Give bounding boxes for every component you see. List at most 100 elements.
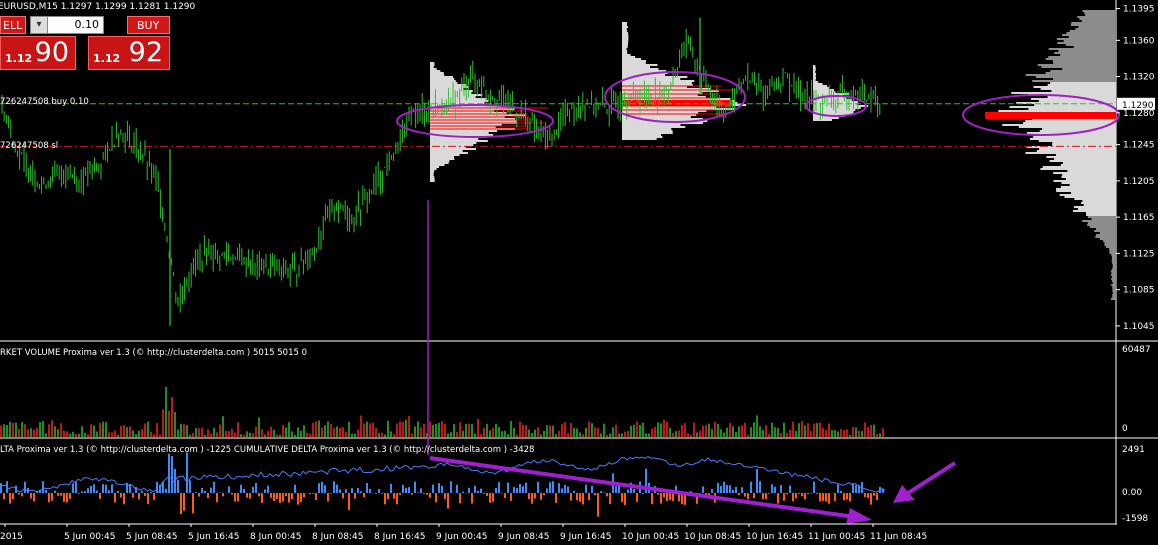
- composite-profile-bar: [1111, 272, 1116, 274]
- profile-bar: [622, 64, 658, 66]
- delta-bar: [210, 487, 212, 493]
- composite-profile-bar: [1041, 66, 1116, 68]
- composite-profile-bar: [1052, 142, 1116, 144]
- delta-bar: [402, 484, 404, 493]
- one-click-trade-panel: ELL ▾ 0.10 BUY 1.12 90 1.12 92: [0, 14, 170, 72]
- lot-decrease-icon[interactable]: ▾: [31, 17, 48, 33]
- delta-bar: [786, 493, 788, 495]
- sell-button[interactable]: ELL: [0, 16, 26, 34]
- profile-bar: [622, 56, 636, 58]
- volume-bar: [852, 426, 854, 437]
- volume-bar: [387, 420, 389, 437]
- composite-profile-bar: [1071, 192, 1116, 194]
- delta-bar: [90, 485, 92, 493]
- delta-bar: [183, 493, 185, 511]
- profile-bar: [622, 82, 692, 84]
- delta-bar: [849, 493, 851, 502]
- volume-bar: [12, 423, 14, 437]
- profile-bar: [430, 76, 454, 78]
- volume-bar: [744, 422, 746, 437]
- lot-value: 0.10: [74, 18, 100, 31]
- profile-bar: [430, 170, 435, 172]
- delta-bar: [117, 490, 119, 493]
- buy-price-small: 1.12: [93, 52, 121, 65]
- time-tick-label: 10 Jun 08:45: [684, 532, 741, 542]
- volume-bar: [882, 428, 884, 437]
- profile-bar: [813, 71, 816, 73]
- volume-bar: [186, 425, 188, 437]
- delta-bar: [738, 493, 740, 496]
- volume-bar: [255, 426, 257, 437]
- sell-price-small: 1.12: [5, 52, 33, 65]
- volume-bar: [24, 424, 26, 437]
- volume-bar: [279, 434, 281, 437]
- profile-bar: [430, 138, 479, 140]
- volume-bar: [711, 429, 713, 437]
- profile-bar: [430, 140, 488, 142]
- volume-bar: [375, 427, 377, 437]
- delta-bar: [603, 492, 605, 493]
- delta-bar: [495, 487, 497, 493]
- volume-bar: [189, 434, 191, 437]
- profile-bar: [622, 22, 628, 24]
- volume-bar: [201, 427, 203, 437]
- sell-price-box[interactable]: 1.12 90: [0, 36, 76, 70]
- delta-bar: [201, 487, 203, 493]
- delta-bar: [492, 493, 494, 502]
- composite-profile-bar: [1053, 172, 1116, 174]
- buy-price-box[interactable]: 1.12 92: [88, 36, 170, 70]
- volume-bar: [702, 425, 704, 437]
- composite-profile-bar: [1065, 178, 1116, 180]
- delta-bar: [282, 493, 284, 502]
- delta-bar: [552, 481, 554, 493]
- delta-bar: [723, 481, 725, 493]
- lot-size-input[interactable]: ▾ 0.10: [30, 16, 104, 34]
- price-tick-label: 1.1205: [1123, 177, 1155, 187]
- volume-bar: [729, 422, 731, 437]
- delta-bar: [531, 493, 533, 504]
- delta-bar: [369, 488, 371, 493]
- delta-bar: [384, 493, 386, 505]
- composite-profile-bar: [1032, 80, 1116, 82]
- profile-bar: [622, 132, 673, 134]
- delta-bar: [168, 453, 170, 493]
- delta-bar: [246, 493, 248, 498]
- volume-bar: [453, 423, 455, 437]
- delta-bar: [3, 493, 5, 500]
- composite-profile-bar: [1069, 30, 1116, 32]
- profile-bar: [430, 102, 485, 104]
- delta-bar: [828, 493, 830, 504]
- volume-bar: [594, 427, 596, 437]
- delta-bar: [657, 493, 659, 495]
- delta-bar: [411, 493, 413, 495]
- volume-bar: [840, 428, 842, 437]
- delta-bar: [219, 492, 221, 493]
- composite-profile-bar: [1081, 20, 1116, 22]
- composite-profile-bar: [1112, 280, 1116, 282]
- delta-bar: [426, 493, 428, 495]
- profile-bar: [813, 67, 816, 69]
- profile-bar: [430, 178, 435, 180]
- delta-bar: [435, 493, 437, 503]
- delta-bar: [444, 493, 446, 499]
- volume-bar: [771, 422, 773, 437]
- volume-bar: [381, 432, 383, 437]
- profile-bar: [430, 84, 467, 86]
- volume-bar: [504, 430, 506, 437]
- volume-bar: [0, 425, 2, 437]
- volume-bar: [768, 433, 770, 437]
- volume-bar: [60, 423, 62, 437]
- volume-bar: [168, 410, 170, 437]
- buy-button[interactable]: BUY: [127, 16, 170, 34]
- delta-bar: [597, 493, 599, 517]
- price-tick-label: 1.1360: [1123, 36, 1155, 46]
- composite-profile-bar: [1038, 140, 1116, 142]
- profile-bar: [430, 162, 449, 164]
- composite-profile-bar: [1074, 198, 1116, 200]
- delta-bar: [795, 493, 797, 499]
- delta-bar: [438, 483, 440, 493]
- volume-bar: [750, 427, 752, 437]
- delta-bar: [441, 485, 443, 493]
- volume-bar: [681, 424, 683, 437]
- volume-bar: [696, 432, 698, 437]
